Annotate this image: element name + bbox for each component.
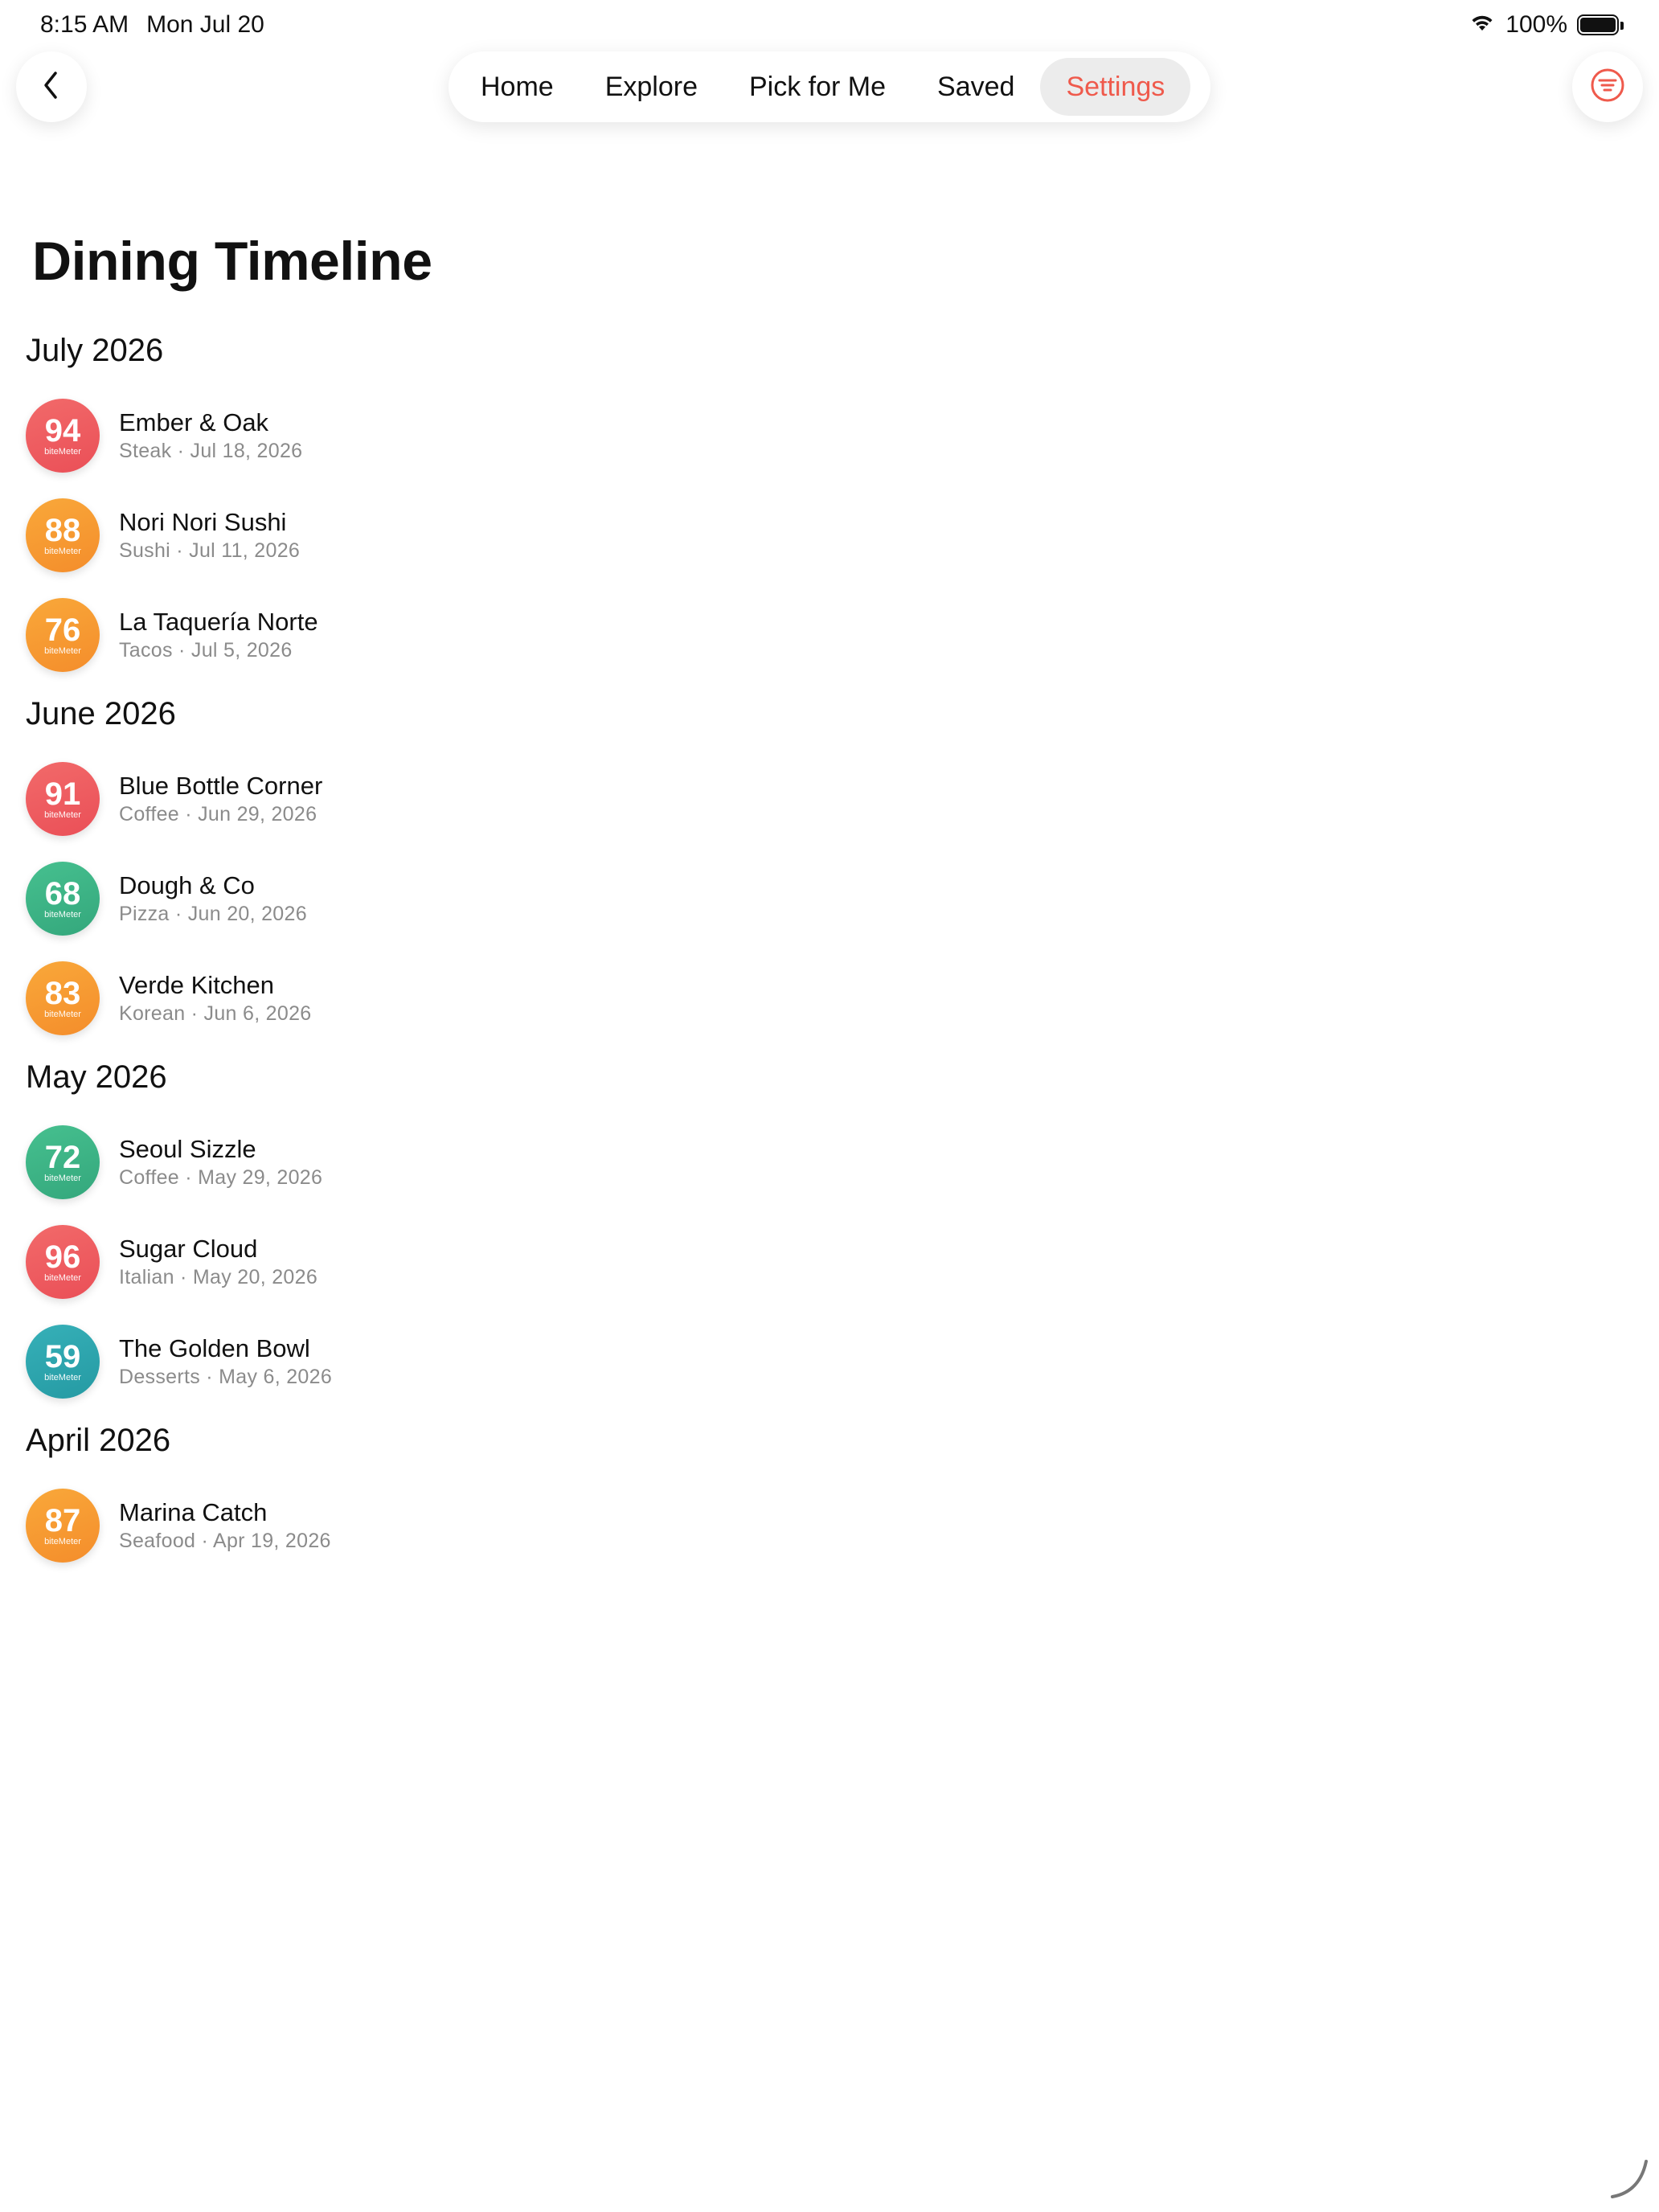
status-bar: 8:15 AM Mon Jul 20 100% [0, 0, 1659, 51]
tab-pick-for-me[interactable]: Pick for Me [723, 58, 911, 116]
status-time: 8:15 AM [40, 11, 129, 38]
bitemeter-score-badge: 68 biteMeter [26, 862, 100, 936]
bitemeter-score-badge: 94 biteMeter [26, 399, 100, 473]
restaurant-meta: Coffee · Jun 29, 2026 [119, 803, 317, 825]
restaurant-name: Verde Kitchen [119, 971, 275, 999]
timeline-entry[interactable]: 88 biteMeter Nori Nori Sushi Sushi · Jul… [26, 498, 300, 572]
score-value: 96 [44, 1239, 81, 1275]
score-brand: biteMeter [44, 1174, 81, 1183]
score-value: 72 [44, 1140, 81, 1175]
timeline-entry[interactable]: 91 biteMeter Blue Bottle Corner Coffee ·… [26, 762, 322, 836]
top-tab-bar: Home Explore Pick for Me Saved Settings [449, 51, 1210, 122]
battery-percent: 100% [1505, 11, 1567, 38]
timeline-entry[interactable]: 72 biteMeter Seoul Sizzle Coffee · May 2… [26, 1125, 322, 1199]
wifi-icon [1469, 11, 1496, 39]
battery-icon [1577, 14, 1624, 35]
score-brand: biteMeter [44, 1010, 81, 1019]
score-brand: biteMeter [44, 1373, 81, 1382]
timeline-entry[interactable]: 59 biteMeter The Golden Bowl Desserts · … [26, 1325, 332, 1399]
bitemeter-score-badge: 76 biteMeter [26, 598, 100, 672]
filter-button[interactable] [1572, 51, 1643, 122]
score-value: 83 [44, 976, 81, 1011]
score-value: 88 [44, 513, 81, 548]
timeline-entry[interactable]: 68 biteMeter Dough & Co Pizza · Jun 20, … [26, 862, 307, 936]
timeline-entry[interactable]: 76 biteMeter La Taquería Norte Tacos · J… [26, 598, 318, 672]
timeline-entry[interactable]: 83 biteMeter Verde Kitchen Korean · Jun … [26, 961, 312, 1035]
restaurant-name: Blue Bottle Corner [119, 772, 323, 800]
score-value: 76 [44, 612, 81, 648]
restaurant-name: Seoul Sizzle [119, 1135, 256, 1163]
restaurant-name: The Golden Bowl [119, 1334, 310, 1362]
score-brand: biteMeter [44, 1273, 81, 1283]
score-brand: biteMeter [44, 547, 81, 556]
month-header-may-2026: May 2026 [26, 1059, 167, 1095]
bitemeter-score-badge: 88 biteMeter [26, 498, 100, 572]
restaurant-meta: Tacos · Jul 5, 2026 [119, 639, 293, 662]
restaurant-meta: Steak · Jul 18, 2026 [119, 440, 303, 462]
month-header-july-2026: July 2026 [26, 333, 164, 368]
bitemeter-score-badge: 83 biteMeter [26, 961, 100, 1035]
back-button[interactable] [16, 51, 87, 122]
restaurant-meta: Seafood · Apr 19, 2026 [119, 1530, 331, 1552]
restaurant-name: Marina Catch [119, 1498, 268, 1526]
score-value: 94 [44, 413, 81, 449]
score-value: 59 [44, 1339, 81, 1374]
restaurant-name: Ember & Oak [119, 408, 269, 436]
status-left: 8:15 AM Mon Jul 20 [40, 11, 264, 39]
bitemeter-score-badge: 72 biteMeter [26, 1125, 100, 1199]
status-right: 100% [1469, 11, 1624, 39]
score-brand: biteMeter [44, 1537, 81, 1546]
restaurant-name: Sugar Cloud [119, 1235, 258, 1263]
bitemeter-score-badge: 59 biteMeter [26, 1325, 100, 1399]
bitemeter-score-badge: 87 biteMeter [26, 1489, 100, 1563]
score-brand: biteMeter [44, 810, 81, 820]
restaurant-meta: Sushi · Jul 11, 2026 [119, 539, 301, 562]
month-header-june-2026: June 2026 [26, 696, 176, 731]
status-date: Mon Jul 20 [146, 11, 264, 38]
timeline-entry[interactable]: 96 biteMeter Sugar Cloud Italian · May 2… [26, 1225, 317, 1299]
score-value: 87 [44, 1503, 81, 1538]
restaurant-meta: Italian · May 20, 2026 [119, 1266, 318, 1288]
tab-home[interactable]: Home [455, 58, 580, 116]
bitemeter-score-badge: 96 biteMeter [26, 1225, 100, 1299]
restaurant-meta: Coffee · May 29, 2026 [119, 1166, 323, 1189]
bitemeter-score-badge: 91 biteMeter [26, 762, 100, 836]
chevron-left-icon [39, 69, 63, 105]
tab-saved[interactable]: Saved [911, 58, 1040, 116]
score-value: 68 [44, 876, 81, 911]
score-brand: biteMeter [44, 447, 81, 457]
tab-settings[interactable]: Settings [1040, 58, 1191, 116]
timeline-entry[interactable]: 87 biteMeter Marina Catch Seafood · Apr … [26, 1489, 331, 1563]
tab-explore[interactable]: Explore [580, 58, 723, 116]
month-header-april-2026: April 2026 [26, 1423, 171, 1458]
score-value: 91 [44, 776, 81, 812]
restaurant-name: Nori Nori Sushi [119, 508, 287, 536]
restaurant-meta: Desserts · May 6, 2026 [119, 1366, 333, 1388]
restaurant-meta: Pizza · Jun 20, 2026 [119, 903, 307, 925]
restaurant-meta: Korean · Jun 6, 2026 [119, 1002, 312, 1025]
timeline-entry[interactable]: 94 biteMeter Ember & Oak Steak · Jul 18,… [26, 399, 302, 473]
restaurant-name: Dough & Co [119, 871, 255, 899]
score-brand: biteMeter [44, 646, 81, 656]
page-title: Dining Timeline [32, 231, 432, 292]
corner-grabber-icon [1604, 2153, 1653, 2206]
dining-timeline-screen: 8:15 AM Mon Jul 20 100% Home Explore Pic… [0, 0, 1659, 2212]
score-brand: biteMeter [44, 910, 81, 920]
filter-lines-icon [1589, 67, 1626, 108]
restaurant-name: La Taquería Norte [119, 608, 318, 636]
